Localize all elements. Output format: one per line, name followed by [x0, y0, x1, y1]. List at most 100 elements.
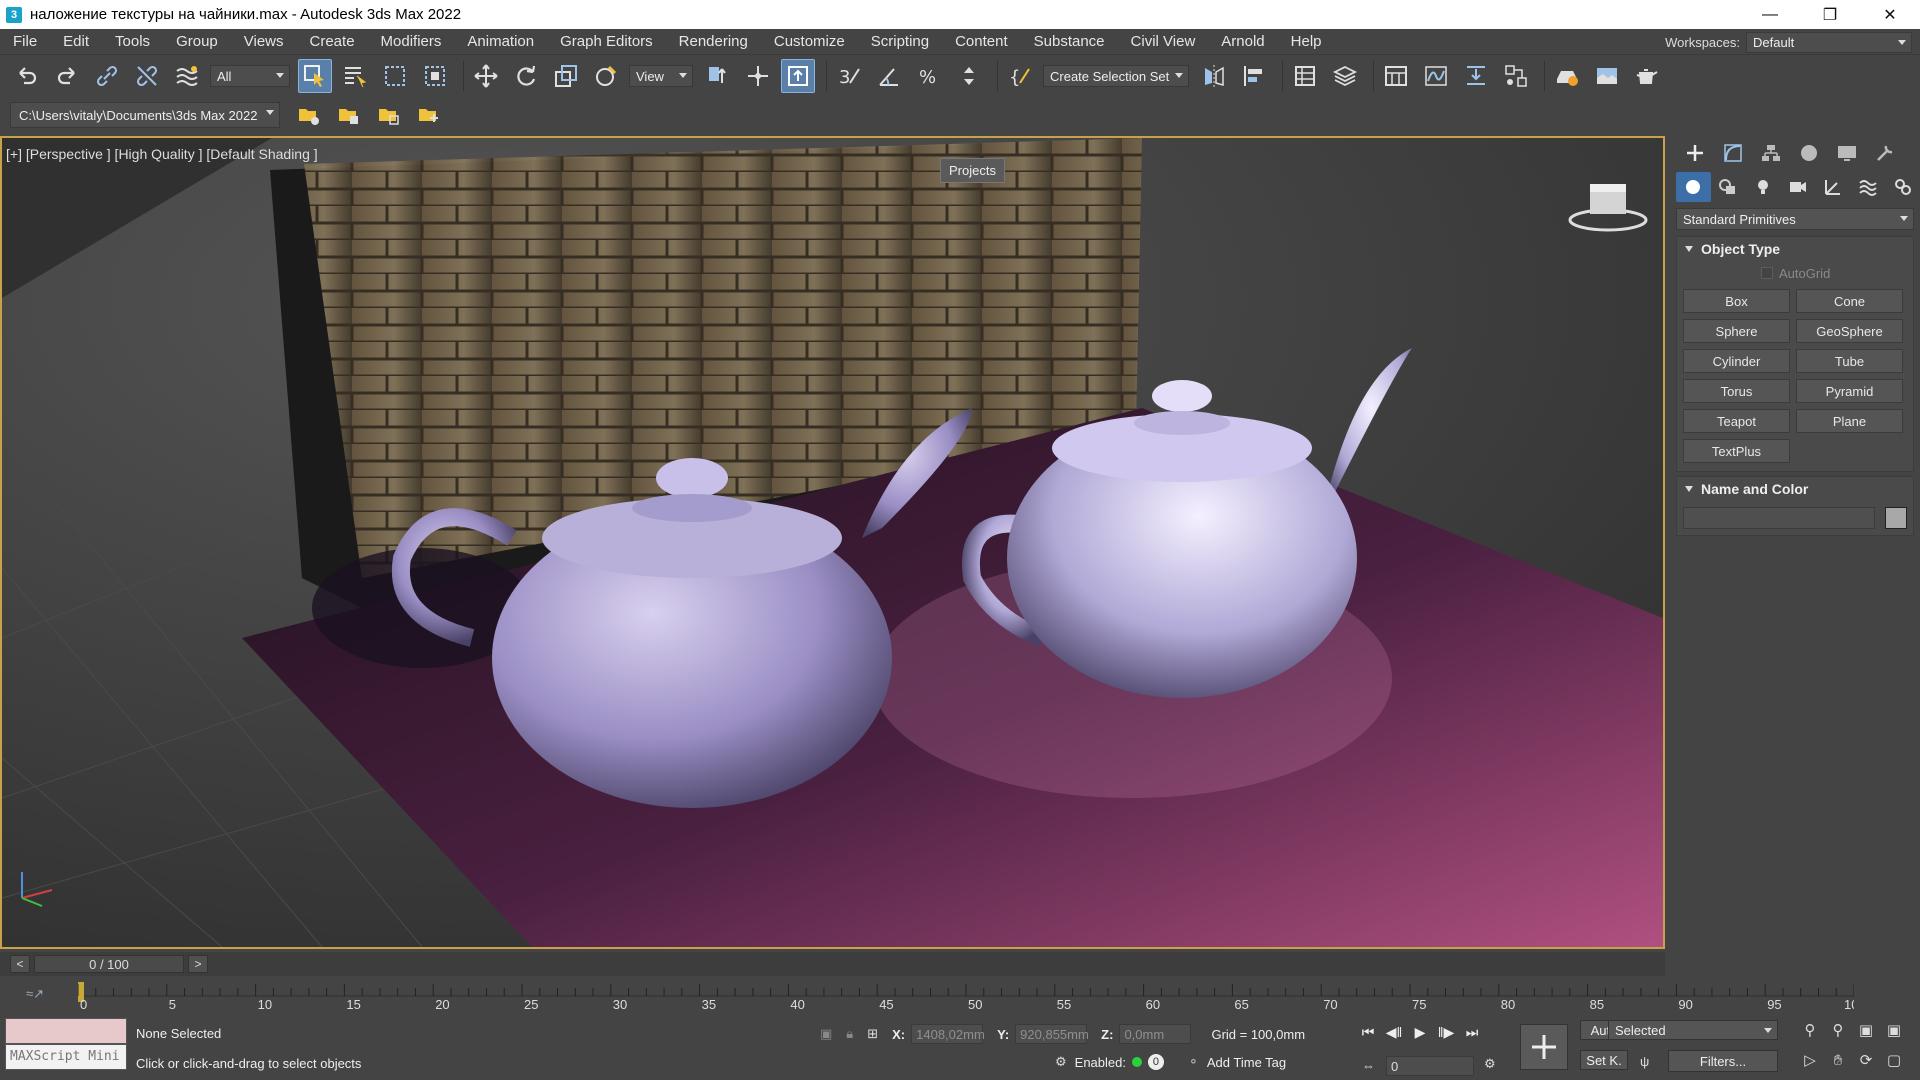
zoom-all-icon[interactable]: ⚲ — [1824, 1018, 1852, 1042]
render-production-button[interactable] — [1630, 59, 1664, 93]
add-time-tag-button[interactable]: Add Time Tag — [1207, 1055, 1286, 1070]
window-crossing-button[interactable] — [418, 59, 452, 93]
systems-tab[interactable] — [1885, 172, 1920, 202]
helpers-tab[interactable] — [1815, 172, 1850, 202]
cameras-tab[interactable] — [1781, 172, 1816, 202]
geosphere-button[interactable]: GeoSphere — [1796, 319, 1903, 343]
key-mode-icon[interactable]: ⇔ — [1362, 1058, 1375, 1073]
menu-civil-view[interactable]: Civil View — [1118, 29, 1209, 55]
minimize-button[interactable]: — — [1740, 0, 1800, 29]
create-tab[interactable] — [1676, 138, 1714, 168]
info-icon[interactable]: 0 — [1147, 1054, 1164, 1070]
menu-file[interactable]: File — [0, 29, 50, 55]
zoom-extents-all-icon[interactable]: ▣ — [1880, 1018, 1908, 1042]
render-setup-button[interactable] — [1550, 59, 1584, 93]
object-type-header[interactable]: Object Type — [1677, 237, 1913, 261]
isolate-selection-icon[interactable]: ▣ — [820, 1026, 832, 1042]
workspace-dropdown[interactable]: Default — [1746, 32, 1912, 53]
align-button[interactable] — [1237, 59, 1271, 93]
toggle-ribbon-button[interactable] — [1379, 59, 1413, 93]
zoom-icon[interactable]: ⚲ — [1796, 1018, 1824, 1042]
material-editor-button[interactable] — [1499, 59, 1533, 93]
cylinder-button[interactable]: Cylinder — [1683, 349, 1790, 373]
object-name-field[interactable] — [1683, 507, 1875, 529]
set-key-big-button[interactable] — [1520, 1024, 1568, 1070]
curve-editor-button[interactable] — [1419, 59, 1453, 93]
shapes-tab[interactable] — [1711, 172, 1746, 202]
play-icon[interactable]: ▶ — [1407, 1022, 1433, 1042]
current-frame-field[interactable]: 0 — [1386, 1056, 1474, 1076]
schematic-view-button[interactable] — [1459, 59, 1493, 93]
menu-arnold[interactable]: Arnold — [1208, 29, 1277, 55]
x-coordinate-field[interactable]: 1408,02mm — [911, 1024, 985, 1044]
textplus-button[interactable]: TextPlus — [1683, 439, 1790, 463]
hierarchy-tab[interactable] — [1752, 138, 1790, 168]
percent-snap-button[interactable]: % — [912, 59, 946, 93]
maximize-viewport-icon[interactable]: ▢ — [1880, 1048, 1908, 1072]
layer-explorer-button[interactable] — [1328, 59, 1362, 93]
motion-tab[interactable] — [1790, 138, 1828, 168]
time-configuration-icon[interactable]: ⚙ — [1484, 1056, 1496, 1072]
place-button[interactable] — [589, 59, 623, 93]
rotate-button[interactable] — [509, 59, 543, 93]
rectangular-selection-button[interactable] — [378, 59, 412, 93]
selection-filter-dropdown[interactable]: All — [210, 65, 290, 87]
scale-button[interactable] — [549, 59, 583, 93]
previous-frame-button[interactable]: < — [10, 955, 30, 973]
menu-create[interactable]: Create — [297, 29, 368, 55]
restore-button[interactable]: ❐ — [1800, 0, 1860, 29]
adaptive-degradation-icon[interactable]: ⚙ — [1055, 1054, 1067, 1070]
create-project-button[interactable] — [332, 98, 366, 132]
undo-button[interactable] — [10, 59, 44, 93]
viewport-label[interactable]: [+] [Perspective ] [High Quality ] [Defa… — [6, 146, 318, 162]
snaps-toggle-button[interactable]: 3 — [832, 59, 866, 93]
menu-modifiers[interactable]: Modifiers — [368, 29, 455, 55]
key-selection-dropdown[interactable]: Selected — [1608, 1020, 1778, 1040]
create-project-from-template-button[interactable] — [412, 98, 446, 132]
spinner-snap-button[interactable] — [952, 59, 986, 93]
maxscript-input[interactable]: MAXScript Mini — [5, 1044, 127, 1070]
pan-hand-icon[interactable]: ✋︎ — [1824, 1048, 1852, 1072]
menu-rendering[interactable]: Rendering — [666, 29, 761, 55]
geometry-tab[interactable] — [1676, 172, 1711, 202]
scene-explorer-button[interactable] — [1288, 59, 1322, 93]
sphere-button[interactable]: Sphere — [1683, 319, 1790, 343]
unlink-button[interactable] — [130, 59, 164, 93]
named-selection-set-dropdown[interactable]: Create Selection Set — [1043, 65, 1189, 87]
project-path-dropdown[interactable]: C:\Users\vitaly\Documents\3ds Max 2022 — [10, 102, 280, 128]
go-to-start-icon[interactable]: ⏮︎ — [1355, 1022, 1381, 1042]
lights-tab[interactable] — [1746, 172, 1781, 202]
field-of-view-icon[interactable]: ▷ — [1796, 1048, 1824, 1072]
menu-graph-editors[interactable]: Graph Editors — [547, 29, 666, 55]
angle-snap-button[interactable] — [872, 59, 906, 93]
next-frame-button[interactable]: > — [188, 955, 208, 973]
absolute-mode-icon[interactable]: ⊞ — [867, 1026, 878, 1042]
next-key-icon[interactable]: ‖▶ — [1433, 1022, 1459, 1042]
menu-tools[interactable]: Tools — [102, 29, 163, 55]
rendered-frame-window-button[interactable] — [1590, 59, 1624, 93]
object-category-dropdown[interactable]: Standard Primitives — [1676, 208, 1914, 230]
move-button[interactable] — [469, 59, 503, 93]
select-by-name-button[interactable] — [338, 59, 372, 93]
menu-scripting[interactable]: Scripting — [858, 29, 942, 55]
edit-named-selection-button[interactable]: { — [1003, 59, 1037, 93]
y-coordinate-field[interactable]: 920,855mm — [1015, 1024, 1089, 1044]
spacewarps-tab[interactable] — [1850, 172, 1885, 202]
menu-animation[interactable]: Animation — [454, 29, 547, 55]
keyboard-shortcut-override-button[interactable] — [781, 59, 815, 93]
mirror-button[interactable] — [1197, 59, 1231, 93]
utilities-tab[interactable] — [1866, 138, 1904, 168]
menu-content[interactable]: Content — [942, 29, 1021, 55]
orbit-icon[interactable]: ⟳ — [1852, 1048, 1880, 1072]
link-button[interactable] — [90, 59, 124, 93]
reference-coordinate-dropdown[interactable]: View — [629, 65, 693, 87]
manipulate-button[interactable] — [741, 59, 775, 93]
enabled-status-dot[interactable] — [1131, 1057, 1142, 1067]
autogrid-checkbox[interactable]: AutoGrid — [1677, 261, 1913, 285]
menu-substance[interactable]: Substance — [1021, 29, 1118, 55]
menu-views[interactable]: Views — [231, 29, 297, 55]
pyramid-button[interactable]: Pyramid — [1796, 379, 1903, 403]
redo-button[interactable] — [50, 59, 84, 93]
torus-button[interactable]: Torus — [1683, 379, 1790, 403]
menu-help[interactable]: Help — [1278, 29, 1335, 55]
